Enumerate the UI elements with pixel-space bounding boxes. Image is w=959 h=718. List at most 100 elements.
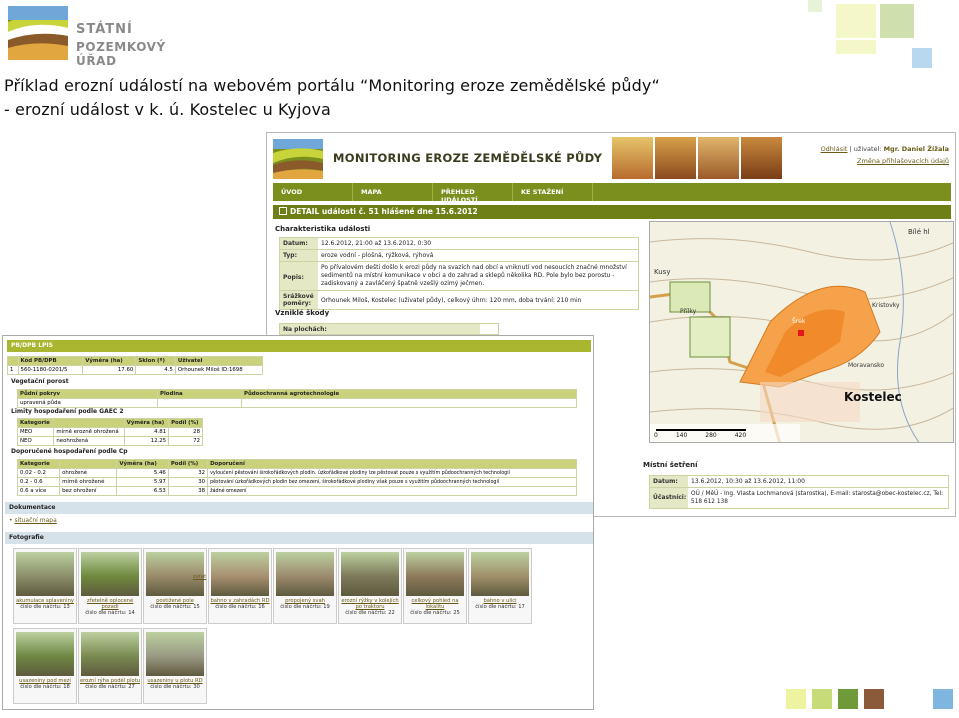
photo-number: číslo dle náčrtu: 25 xyxy=(410,610,460,616)
photo-image[interactable] xyxy=(81,552,139,596)
slide-title-line2: - erozní událost v k. ú. Kostelec u Kyjo… xyxy=(4,100,331,119)
lpis-screenshot: PB/DPB LPIS Kód PB/DPB Výměra (ha) Sklon… xyxy=(2,335,594,710)
documentation-link[interactable]: • situační mapa xyxy=(9,517,57,524)
detail-header: DETAIL události č. 51 hlášené dne 15.6.2… xyxy=(273,205,951,219)
photo-thumbnail[interactable]: zřetelně oplocené pozadí číslo dle náčrtu… xyxy=(78,548,142,624)
photo-image[interactable] xyxy=(276,552,334,596)
gaec-table: Kategorie Výměra (ha) Podíl (%) MEO mírn… xyxy=(16,418,203,446)
table-row: upravená půda xyxy=(17,398,577,408)
survey-datum-label: Datum: xyxy=(650,476,688,487)
documentation-bar: Dokumentace xyxy=(5,502,593,514)
characteristics-title: Charakteristika události xyxy=(275,225,371,233)
portal-title: MONITORING EROZE ZEMĚDĚLSKÉ PŮDY xyxy=(333,151,603,165)
photo-number: číslo dle náčrtu: 18 xyxy=(20,684,70,690)
photo-image[interactable] xyxy=(16,632,74,676)
table-row: 1 560-1180-0201/5 17.60 4.5 Orhounek Mil… xyxy=(7,365,264,375)
header-field-photos xyxy=(612,137,782,179)
damage-row: Na plochách: xyxy=(279,323,499,335)
vegetation-title: Vegetační porost xyxy=(11,378,69,385)
srazky-value: Orhounek Miloš, Kostelec (uživatel půdy)… xyxy=(318,291,585,309)
photo-thumbnail[interactable]: celkový pohled na lokalitu číslo dle náčr… xyxy=(403,548,467,624)
photo-image[interactable] xyxy=(211,552,269,596)
photo-thumbnail[interactable]: propojený svah číslo dle náčrtu: 19 xyxy=(273,548,337,624)
photo-number: číslo dle náčrtu: 15 xyxy=(150,604,200,610)
datum-label: Datum: xyxy=(280,238,318,249)
cp-table: Kategorie Výměra (ha) Podíl (%) Doporuče… xyxy=(16,459,577,496)
photo-thumbnail[interactable]: erozní rýha podél plotu číslo dle náčrtu:… xyxy=(78,628,142,704)
collapse-icon[interactable] xyxy=(279,207,287,215)
slide-title: Příklad erozní událostí na webovém portá… xyxy=(4,74,660,122)
photo-number: číslo dle náčrtu: 16 xyxy=(215,604,265,610)
photo-thumbnail[interactable]: postižené pole číslo dle náčrtu: 15 xyxy=(143,548,207,624)
srazky-label: Srážkové poměry: xyxy=(280,291,318,309)
map-label-kristovky: Kristovky xyxy=(872,302,900,309)
photo-number: číslo dle náčrtu: 14 xyxy=(85,610,135,616)
nav-mapa[interactable]: MAPA xyxy=(353,183,433,201)
photo-thumbnail[interactable]: bahno v zahradách RD číslo dle náčrtu: 16 xyxy=(208,548,272,624)
user-label: | uživatel: xyxy=(849,145,882,153)
logo-line2: POZEMKOVÝ ÚŘAD xyxy=(76,40,166,68)
table-row: 0.02 - 0.2 ohrožené 5.46 32 vyloučení pě… xyxy=(16,468,577,478)
logout-link[interactable]: Odhlásit xyxy=(821,145,848,153)
vegetation-table: Půdní pokryv Plodina Půdoochranná agrote… xyxy=(17,389,577,408)
portal-nav: ÚVOD MAPA PŘEHLED UDÁLOSTÍ KE STAŽENÍ xyxy=(273,183,951,204)
photo-thumbnail[interactable]: usazeniny pod mezí číslo dle náčrtu: 18 xyxy=(13,628,77,704)
survey-ucastnici-label: Účastníci: xyxy=(650,488,688,508)
change-login-link[interactable]: Změna přihlašovacích údajů xyxy=(857,157,949,165)
typ-value: eroze vodní - plošná, rýžková, rýhová xyxy=(318,250,437,261)
popis-value: Po přívalovém dešti došlo k erozi půdy n… xyxy=(318,262,638,290)
characteristics-table: Datum: 12.6.2012, 21:00 až 13.6.2012, 0:3… xyxy=(279,237,639,310)
photo-image[interactable] xyxy=(471,552,529,596)
table-row: 0.2 - 0.6 mírně ohrožené 5.97 30 pěstová… xyxy=(16,477,577,487)
damage-field-label: Na plochách: xyxy=(280,324,480,334)
map-label-srek: Šrek xyxy=(792,318,806,325)
photo-thumbnail[interactable]: akumulace splaveniny číslo dle náčrtu: 13 xyxy=(13,548,77,624)
nav-stazeni[interactable]: KE STAŽENÍ xyxy=(513,183,593,201)
photo-number: číslo dle náčrtu: 27 xyxy=(85,684,135,690)
photo-image[interactable] xyxy=(81,632,139,676)
photo-image[interactable] xyxy=(146,632,204,676)
photo-number: číslo dle náčrtu: 17 xyxy=(475,604,525,610)
survey-datum-value: 13.6.2012, 10:30 až 13.6.2012, 11:00 xyxy=(688,476,808,487)
gaec-title: Limity hospodaření podle GAEC 2 xyxy=(11,408,124,415)
photo-number: číslo dle náčrtu: 13 xyxy=(20,604,70,610)
map-graphic xyxy=(650,222,953,442)
photo-image[interactable] xyxy=(16,552,74,596)
popis-label: Popis: xyxy=(280,262,318,290)
photo-caption[interactable]: celkový pohled na lokalitu xyxy=(404,598,466,610)
nav-prehled[interactable]: PŘEHLED UDÁLOSTÍ xyxy=(433,183,513,204)
nav-uvod[interactable]: ÚVOD xyxy=(273,183,353,201)
photo-thumbnail[interactable]: bahno v ulici číslo dle náčrtu: 17 xyxy=(468,548,532,624)
table-row: MEO mírně erozně ohrožená 4.81 28 xyxy=(16,427,203,437)
map-label-kusy: Kusy xyxy=(654,268,671,276)
detail-header-text: DETAIL události č. 51 hlášené dne 15.6.2… xyxy=(290,207,478,216)
map-label-bile: Bílé hl xyxy=(908,228,930,236)
photo-number: číslo dle náčrtu: 22 xyxy=(345,610,395,616)
survey-ucastnici-line1: OÚ / MěÚ - Ing. Vlasta Lochmanová (staro… xyxy=(691,491,944,497)
map-label-moravansko: Moravansko xyxy=(848,362,885,369)
damage-title: Vzniklé škody xyxy=(275,309,330,317)
table-row: NEO neohrožená 12.25 72 xyxy=(16,436,203,446)
event-map[interactable]: Kusy Bílé hl Kristovky Moravansko Kostel… xyxy=(649,221,954,443)
survey-ucastnici-line2: 518 612 138 xyxy=(691,499,728,505)
photo-number: číslo dle náčrtu: 19 xyxy=(280,604,330,610)
photo-number: číslo dle náčrtu: 30 xyxy=(150,684,200,690)
photo-caption[interactable]: zřetelně oplocené pozadí xyxy=(79,598,141,610)
photo-extra-link[interactable]: zvrat xyxy=(193,574,206,580)
slide-title-line1: Příklad erozní událostí na webovém portá… xyxy=(4,76,660,95)
user-links: Odhlásit | uživatel: Mgr. Daniel Žížala … xyxy=(821,143,949,167)
logo-line1: STÁTNÍ xyxy=(76,22,133,37)
typ-label: Typ: xyxy=(280,250,318,261)
photo-thumbnail[interactable]: erozní rýžky v kolejích po traktoru číslo… xyxy=(338,548,402,624)
photo-caption[interactable]: erozní rýžky v kolejích po traktoru xyxy=(339,598,401,610)
spu-logo: STÁTNÍ POZEMKOVÝ ÚŘAD xyxy=(6,2,186,68)
table-row: 0.6 a více bez ohrožení 6.53 38 žádné om… xyxy=(16,486,577,496)
user-name: Mgr. Daniel Žížala xyxy=(883,145,949,153)
photo-image[interactable] xyxy=(406,552,464,596)
photo-thumbnail[interactable]: usazeniny u plotu RD číslo dle náčrtu: 30 xyxy=(143,628,207,704)
photo-image[interactable] xyxy=(341,552,399,596)
map-label-prilky: Přílky xyxy=(680,308,697,315)
logo-mark-icon xyxy=(8,6,68,60)
datum-value: 12.6.2012, 21:00 až 13.6.2012, 0:30 xyxy=(318,238,435,249)
portal-logo-icon xyxy=(273,139,323,179)
